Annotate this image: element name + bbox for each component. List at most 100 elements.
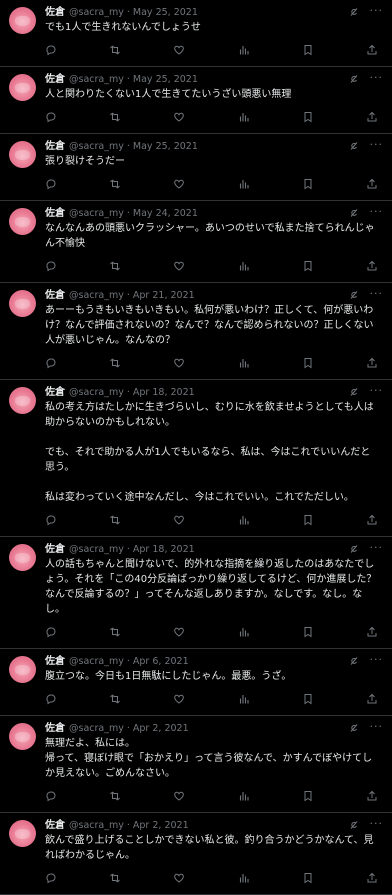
retweet-icon[interactable] — [109, 514, 121, 526]
share-icon[interactable] — [366, 790, 378, 802]
views-icon[interactable] — [238, 178, 250, 190]
share-icon[interactable] — [366, 260, 378, 272]
views-icon[interactable] — [238, 260, 250, 272]
avatar[interactable] — [9, 7, 36, 34]
views-icon[interactable] — [238, 626, 250, 638]
more-icon[interactable]: ··· — [370, 721, 384, 733]
retweet-icon[interactable] — [109, 693, 121, 705]
grok-icon[interactable] — [348, 722, 360, 734]
grok-icon[interactable] — [348, 655, 360, 667]
retweet-icon[interactable] — [109, 872, 121, 884]
views-icon[interactable] — [238, 44, 250, 56]
more-icon[interactable]: ··· — [370, 5, 384, 17]
author-handle-date[interactable]: @sacra_my · Apr 18, 2021 — [69, 543, 195, 557]
share-icon[interactable] — [366, 626, 378, 638]
share-icon[interactable] — [366, 44, 378, 56]
author-name[interactable]: 佐倉 — [45, 140, 65, 154]
bookmark-icon[interactable] — [302, 693, 314, 705]
reply-icon[interactable] — [45, 357, 57, 369]
views-icon[interactable] — [238, 693, 250, 705]
more-icon[interactable]: ··· — [370, 72, 384, 84]
tweet[interactable]: 佐倉 @sacra_my · May 24, 2021 ··· なんなんあの頭悪… — [0, 201, 392, 283]
reply-icon[interactable] — [45, 260, 57, 272]
grok-icon[interactable] — [348, 543, 360, 555]
reply-icon[interactable] — [45, 514, 57, 526]
retweet-icon[interactable] — [109, 44, 121, 56]
tweet[interactable]: 佐倉 @sacra_my · May 25, 2021 ··· 人と関わりたくな… — [0, 67, 392, 134]
author-handle-date[interactable]: @sacra_my · Apr 2, 2021 — [69, 722, 189, 736]
views-icon[interactable] — [238, 790, 250, 802]
avatar[interactable] — [9, 141, 36, 168]
retweet-icon[interactable] — [109, 260, 121, 272]
like-icon[interactable] — [173, 178, 185, 190]
bookmark-icon[interactable] — [302, 178, 314, 190]
retweet-icon[interactable] — [109, 178, 121, 190]
more-icon[interactable]: ··· — [370, 818, 384, 830]
like-icon[interactable] — [173, 626, 185, 638]
author-handle-date[interactable]: @sacra_my · May 25, 2021 — [69, 140, 198, 154]
like-icon[interactable] — [173, 357, 185, 369]
tweet[interactable]: 佐倉 @sacra_my · Apr 2, 2021 ··· 無理だよ、私には。… — [0, 716, 392, 813]
grok-icon[interactable] — [348, 6, 360, 18]
author-handle-date[interactable]: @sacra_my · May 24, 2021 — [69, 207, 198, 221]
bookmark-icon[interactable] — [302, 514, 314, 526]
bookmark-icon[interactable] — [302, 790, 314, 802]
author-name[interactable]: 佐倉 — [45, 722, 65, 736]
retweet-icon[interactable] — [109, 357, 121, 369]
bookmark-icon[interactable] — [302, 626, 314, 638]
like-icon[interactable] — [173, 260, 185, 272]
more-icon[interactable]: ··· — [370, 654, 384, 666]
author-handle-date[interactable]: @sacra_my · Apr 18, 2021 — [69, 386, 195, 400]
reply-icon[interactable] — [45, 44, 57, 56]
author-name[interactable]: 佐倉 — [45, 289, 65, 303]
tweet[interactable]: 佐倉 @sacra_my · Apr 21, 2021 ··· あーーもうきもい… — [0, 283, 392, 380]
avatar[interactable] — [9, 387, 36, 414]
more-icon[interactable]: ··· — [370, 139, 384, 151]
author-name[interactable]: 佐倉 — [45, 386, 65, 400]
author-name[interactable]: 佐倉 — [45, 6, 65, 20]
tweet[interactable]: 佐倉 @sacra_my · Apr 2, 2021 ··· 飲んで盛り上げるこ… — [0, 813, 392, 895]
views-icon[interactable] — [238, 872, 250, 884]
bookmark-icon[interactable] — [302, 260, 314, 272]
more-icon[interactable]: ··· — [370, 288, 384, 300]
author-name[interactable]: 佐倉 — [45, 819, 65, 833]
like-icon[interactable] — [173, 514, 185, 526]
reply-icon[interactable] — [45, 111, 57, 123]
avatar[interactable] — [9, 74, 36, 101]
author-name[interactable]: 佐倉 — [45, 543, 65, 557]
tweet[interactable]: 佐倉 @sacra_my · May 25, 2021 ··· でも1人で生きれ… — [0, 0, 392, 67]
views-icon[interactable] — [238, 514, 250, 526]
retweet-icon[interactable] — [109, 111, 121, 123]
share-icon[interactable] — [366, 357, 378, 369]
views-icon[interactable] — [238, 111, 250, 123]
avatar[interactable] — [9, 656, 36, 683]
like-icon[interactable] — [173, 790, 185, 802]
grok-icon[interactable] — [348, 140, 360, 152]
more-icon[interactable]: ··· — [370, 206, 384, 218]
avatar[interactable] — [9, 290, 36, 317]
author-name[interactable]: 佐倉 — [45, 73, 65, 87]
share-icon[interactable] — [366, 693, 378, 705]
retweet-icon[interactable] — [109, 790, 121, 802]
author-name[interactable]: 佐倉 — [45, 655, 65, 669]
bookmark-icon[interactable] — [302, 872, 314, 884]
reply-icon[interactable] — [45, 790, 57, 802]
tweet[interactable]: 佐倉 @sacra_my · Apr 18, 2021 ··· 人の話もちゃんと… — [0, 537, 392, 649]
avatar[interactable] — [9, 544, 36, 571]
bookmark-icon[interactable] — [302, 44, 314, 56]
grok-icon[interactable] — [348, 819, 360, 831]
grok-icon[interactable] — [348, 386, 360, 398]
tweet[interactable]: 佐倉 @sacra_my · May 25, 2021 ··· 張り裂けそうだー — [0, 134, 392, 201]
reply-icon[interactable] — [45, 626, 57, 638]
views-icon[interactable] — [238, 357, 250, 369]
reply-icon[interactable] — [45, 178, 57, 190]
avatar[interactable] — [9, 723, 36, 750]
author-name[interactable]: 佐倉 — [45, 207, 65, 221]
grok-icon[interactable] — [348, 207, 360, 219]
bookmark-icon[interactable] — [302, 357, 314, 369]
grok-icon[interactable] — [348, 73, 360, 85]
retweet-icon[interactable] — [109, 626, 121, 638]
like-icon[interactable] — [173, 111, 185, 123]
author-handle-date[interactable]: @sacra_my · May 25, 2021 — [69, 6, 198, 20]
share-icon[interactable] — [366, 111, 378, 123]
